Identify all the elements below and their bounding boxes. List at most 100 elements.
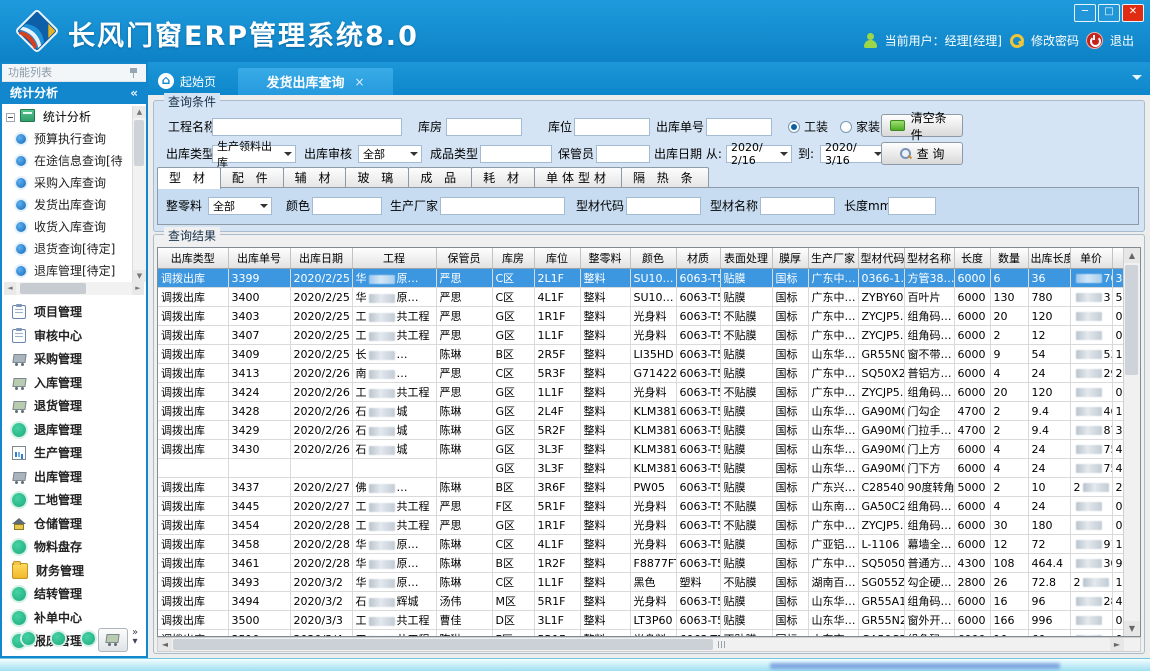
table-cell[interactable]: 3400 (228, 288, 290, 307)
table-cell[interactable]: 24 (1028, 497, 1070, 516)
table-row[interactable]: 调拨出库34282020/2/26石城陈琳G区2L4F整料KLM38176063… (158, 402, 1141, 421)
table-cell[interactable]: 872 (1070, 421, 1112, 440)
table-cell[interactable]: 5R1F (534, 497, 580, 516)
table-cell[interactable]: 调拨出库 (158, 535, 228, 554)
table-cell[interactable]: 山东南… (808, 497, 858, 516)
table-cell[interactable]: 5R3F (534, 364, 580, 383)
table-cell[interactable]: C区 (492, 288, 534, 307)
table-cell[interactable]: 调拨出库 (158, 478, 228, 497)
table-cell[interactable]: 60 (1028, 630, 1070, 638)
table-cell[interactable]: 广东中… (808, 269, 858, 288)
table-cell[interactable]: 12 (1028, 326, 1070, 345)
table-cell[interactable]: SQ50X2… (858, 364, 904, 383)
table-cell[interactable]: KLM3817 (630, 440, 676, 459)
table-cell[interactable]: 国标 (772, 478, 808, 497)
table-cell[interactable]: 国标 (772, 459, 808, 478)
table-cell[interactable]: 不贴膜 (720, 573, 772, 592)
manufacturer-input[interactable] (440, 197, 565, 215)
table-cell[interactable]: 6063-T5 (676, 269, 720, 288)
table-cell[interactable]: 广东中… (808, 383, 858, 402)
out-type-select[interactable]: 生产领料出库 (212, 145, 296, 163)
table-cell[interactable]: 调拨出库 (158, 611, 228, 630)
table-cell[interactable]: 6063-T5 (676, 364, 720, 383)
column-header[interactable]: 生产厂家 (808, 248, 858, 269)
table-cell[interactable]: 贴膜 (720, 611, 772, 630)
table-cell[interactable]: 整料 (580, 554, 630, 573)
table-cell[interactable]: 国标 (772, 440, 808, 459)
table-cell[interactable]: 石城 (352, 440, 436, 459)
table-cell[interactable]: 调拨出库 (158, 497, 228, 516)
table-cell[interactable]: D区 (492, 611, 534, 630)
table-cell[interactable]: 光身料 (630, 383, 676, 402)
change-password-link[interactable]: 修改密码 (1031, 32, 1079, 49)
table-cell[interactable]: 光身料 (630, 326, 676, 345)
sidebar-item[interactable]: 审核中心 (12, 326, 82, 346)
table-cell[interactable]: 1L1F (534, 326, 580, 345)
table-cell[interactable]: 2020/2/25 (290, 307, 352, 326)
table-cell[interactable]: ZYCJP5… (858, 307, 904, 326)
table-cell[interactable]: 调拨出库 (158, 307, 228, 326)
scroll-right-icon[interactable]: ► (1110, 638, 1124, 651)
table-cell[interactable]: 2020/2/26 (290, 383, 352, 402)
table-cell[interactable]: 0366-1.2 (858, 269, 904, 288)
table-cell[interactable]: GA90M06… (858, 402, 904, 421)
sidebar-item[interactable]: 采购管理 (12, 349, 82, 369)
scroll-left-icon[interactable]: ◄ (158, 638, 172, 651)
table-cell[interactable]: 6063-T5 (676, 421, 720, 440)
table-cell[interactable]: 3L3F (534, 440, 580, 459)
table-cell[interactable]: 贴膜 (720, 554, 772, 573)
table-cell[interactable]: 黑色 (630, 573, 676, 592)
table-cell[interactable]: 光身料 (630, 516, 676, 535)
table-cell[interactable]: 2R5F (534, 345, 580, 364)
table-cell[interactable]: 2020/3/3 (290, 611, 352, 630)
table-cell[interactable]: SQ5050T20 (858, 554, 904, 573)
minimize-button[interactable]: ─ (1074, 4, 1096, 22)
out-audit-select[interactable]: 全部 (358, 145, 422, 163)
table-cell[interactable]: 5R1F (534, 592, 580, 611)
table-cell[interactable]: 整料 (580, 440, 630, 459)
table-cell[interactable]: 3437 (228, 478, 290, 497)
table-cell[interactable]: 山东华… (808, 440, 858, 459)
table-cell[interactable]: 90度转角 (904, 478, 954, 497)
table-cell[interactable]: 3494 (228, 592, 290, 611)
material-tab[interactable]: 单体型材 (534, 167, 622, 188)
table-cell[interactable]: KLM3817 (630, 459, 676, 478)
table-cell[interactable]: 6000 (954, 592, 990, 611)
table-cell[interactable]: 陈琳 (436, 630, 492, 638)
sidebar-item[interactable]: 补单中心 (12, 608, 82, 628)
table-cell[interactable]: 石辉城 (352, 592, 436, 611)
date-to-select[interactable]: 2020/ 3/16 (820, 145, 886, 163)
module-dot-icon[interactable] (52, 632, 65, 645)
material-tab[interactable]: 隔 热 条 (621, 167, 709, 188)
sidebar-item[interactable]: 工地管理 (12, 490, 82, 510)
table-cell[interactable]: GA90M08… (858, 440, 904, 459)
table-cell[interactable]: 光身料 (630, 497, 676, 516)
table-cell[interactable]: 2L4F (534, 402, 580, 421)
table-cell[interactable]: GA50C37 (858, 630, 904, 638)
table-cell[interactable]: 陈琳 (436, 402, 492, 421)
table-cell[interactable]: 整料 (580, 516, 630, 535)
table-cell[interactable]: 6000 (954, 535, 990, 554)
table-cell[interactable]: 贴膜 (720, 421, 772, 440)
table-cell[interactable]: 24 (1028, 459, 1070, 478)
table-cell[interactable]: ZYCJP5… (858, 516, 904, 535)
table-cell[interactable]: 2020/3/2 (290, 573, 352, 592)
table-cell[interactable]: 3510 (228, 630, 290, 638)
table-cell[interactable]: C区 (492, 269, 534, 288)
table-cell[interactable]: 调拨出库 (158, 440, 228, 459)
table-cell[interactable]: 6000 (954, 383, 990, 402)
warehouse-input[interactable] (446, 118, 522, 136)
table-cell[interactable]: G区 (492, 307, 534, 326)
table-cell[interactable]: 2020/2/28 (290, 535, 352, 554)
table-cell[interactable]: 6000 (954, 497, 990, 516)
table-cell[interactable]: F8877FT (630, 554, 676, 573)
table-cell[interactable]: 严思 (436, 269, 492, 288)
table-cell[interactable]: 光身料 (630, 535, 676, 554)
sidebar-item[interactable]: 退库管理 (12, 420, 82, 440)
table-cell[interactable]: 国标 (772, 573, 808, 592)
table-cell[interactable]: 贴膜 (720, 478, 772, 497)
table-cell[interactable]: 陈琳 (436, 421, 492, 440)
table-cell[interactable]: 工共工程 (352, 630, 436, 638)
table-cell[interactable]: 4700 (954, 402, 990, 421)
table-cell[interactable]: 10 (1028, 478, 1070, 497)
